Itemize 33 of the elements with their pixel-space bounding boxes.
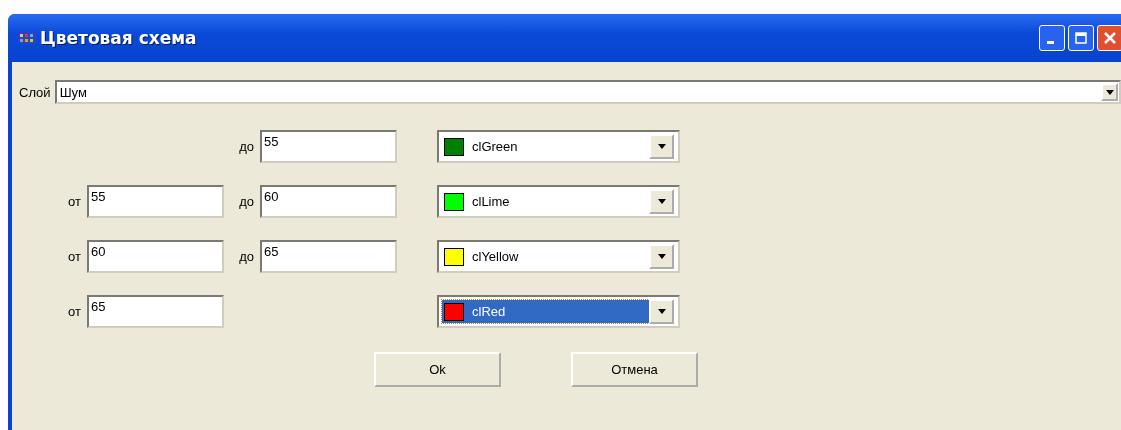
from-label: от bbox=[68, 194, 81, 209]
caret-icon bbox=[657, 309, 666, 314]
layer-dropdown[interactable]: Шум bbox=[54, 80, 1121, 104]
close-icon bbox=[1103, 31, 1117, 45]
minimize-icon bbox=[1046, 40, 1054, 44]
ok-button[interactable]: Ok bbox=[374, 352, 501, 387]
color-dropdown[interactable]: clRed bbox=[437, 295, 680, 328]
to-label: до bbox=[239, 139, 254, 154]
close-button[interactable] bbox=[1097, 25, 1121, 51]
caret-icon bbox=[1105, 89, 1114, 95]
color-dropdown[interactable]: clYellow bbox=[437, 240, 680, 273]
to-field[interactable]: 60 bbox=[260, 185, 397, 218]
minimize-button[interactable] bbox=[1039, 25, 1065, 51]
from-field[interactable]: 55 bbox=[87, 185, 224, 218]
caret-icon bbox=[657, 199, 666, 204]
maximize-icon bbox=[1074, 31, 1088, 45]
to-field[interactable]: 55 bbox=[260, 130, 397, 163]
caret-icon bbox=[657, 254, 666, 259]
window-title: Цветовая схема bbox=[40, 28, 197, 48]
from-field[interactable]: 60 bbox=[87, 240, 224, 273]
cancel-button[interactable]: Отмена bbox=[571, 352, 698, 387]
from-label: от bbox=[68, 304, 81, 319]
caret-icon bbox=[657, 144, 666, 149]
grid-icon bbox=[18, 30, 36, 46]
to-label: до bbox=[239, 249, 254, 264]
to-label: до bbox=[239, 194, 254, 209]
maximize-button[interactable] bbox=[1068, 25, 1094, 51]
color-dropdown[interactable]: clLime bbox=[437, 185, 680, 218]
from-label: от bbox=[68, 249, 81, 264]
color-dropdown[interactable]: clGreen bbox=[437, 130, 680, 163]
from-field[interactable]: 65 bbox=[87, 295, 224, 328]
to-field[interactable]: 65 bbox=[260, 240, 397, 273]
layer-label: Слой bbox=[19, 84, 51, 100]
